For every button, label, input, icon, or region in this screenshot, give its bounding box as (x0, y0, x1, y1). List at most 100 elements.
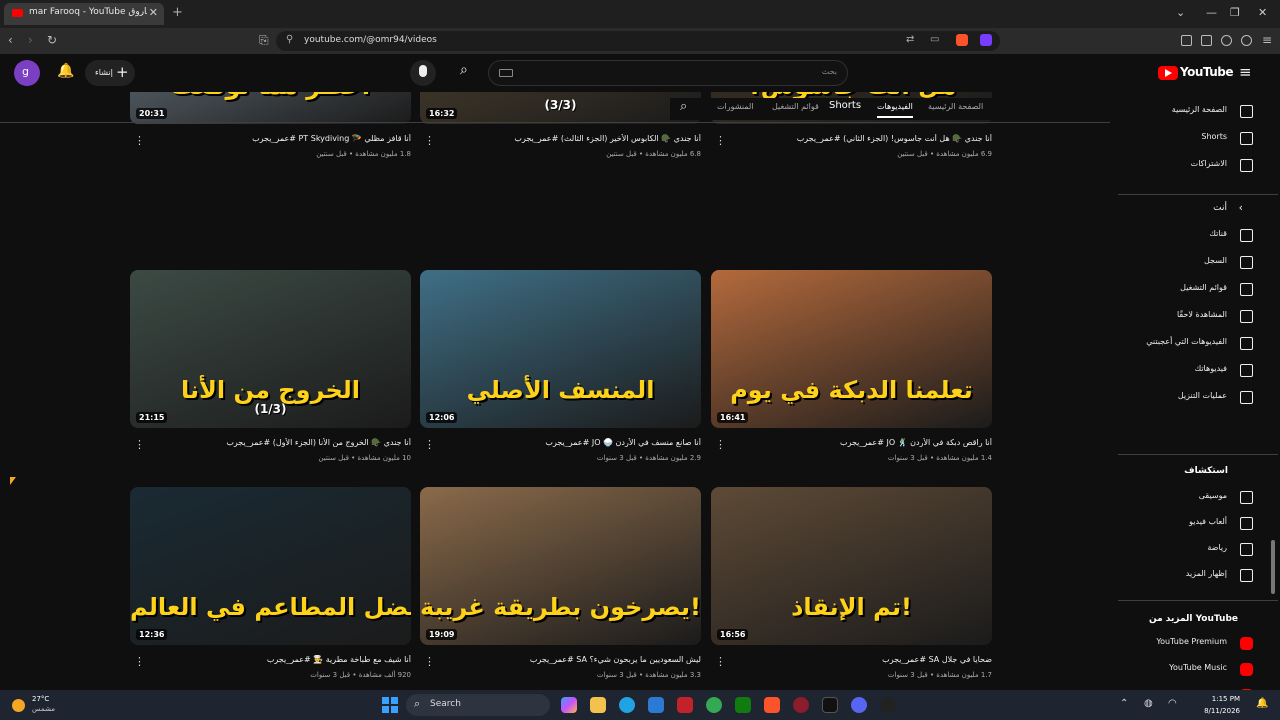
channel-search-icon[interactable]: ⌕ (680, 99, 687, 114)
tray-app-icon[interactable]: ◍ (1144, 698, 1153, 709)
sidebar-item[interactable]: YouTube Premium (1118, 632, 1263, 656)
video-title[interactable]: أنا راقص دبكة في الأردن 🕺 JO #عمر_يجرب (732, 438, 992, 447)
sidebar-item[interactable]: قوائم التشغيل (1118, 278, 1263, 302)
copilot-icon[interactable] (561, 697, 577, 713)
brave-icon[interactable] (764, 697, 780, 713)
video-title[interactable]: ضحايا في جلال SA #عمر_يجرب (732, 655, 992, 664)
more-actions-icon[interactable]: ⋮ (715, 655, 726, 668)
more-actions-icon[interactable]: ⋮ (134, 655, 145, 668)
chrome-icon[interactable] (706, 697, 722, 713)
video-card[interactable]: يصرخون بطريقة غريبة! 19:09 ⋮ ليش السعوديين … (420, 487, 701, 687)
taskbar-search[interactable]: ⌕ Search (406, 694, 550, 716)
video-thumbnail[interactable]: تعلمنا الدبكة في يوم 16:41 (711, 270, 992, 428)
search-input[interactable]: بحث (488, 60, 848, 86)
keyboard-icon[interactable] (499, 69, 513, 77)
create-button[interactable]: إنشاء + (85, 60, 135, 86)
extensions-icon[interactable] (1221, 35, 1232, 46)
file-explorer-icon[interactable] (590, 697, 606, 713)
more-actions-icon[interactable]: ⋮ (134, 438, 145, 451)
brave-rewards-icon[interactable] (980, 34, 992, 46)
video-thumbnail[interactable]: الخروج من الأنا (1/3) 21:15 (130, 270, 411, 428)
sidebar-item[interactable]: الصفحة الرئيسية (1118, 100, 1263, 124)
edge-icon[interactable] (619, 697, 635, 713)
sidebar-you-heading[interactable]: أنت ‹ (1118, 198, 1263, 222)
window-close-icon[interactable]: ✕ (1258, 6, 1267, 19)
video-thumbnail[interactable]: تم الإنقاذ! 16:56 (711, 487, 992, 645)
sidebar-item[interactable]: فيديوهاتك (1118, 359, 1263, 383)
sidebar-scrollbar[interactable] (1271, 540, 1275, 594)
xbox-icon[interactable] (735, 697, 751, 713)
steam-icon[interactable] (880, 697, 896, 713)
video-title[interactable]: ليش السعوديين ما يربحون شيء؟ SA #عمر_يجر… (441, 655, 701, 664)
tab-posts[interactable]: المنشورات (717, 102, 754, 111)
video-thumbnail[interactable]: المنسف الأصلي 12:06 (420, 270, 701, 428)
more-actions-icon[interactable]: ⋮ (424, 655, 435, 668)
video-title[interactable]: أنا صانع منسف في الأردن 🍚 JO #عمر_يجرب (441, 438, 701, 447)
sidebar-item[interactable]: الفيديوهات التي أعجبتني (1118, 332, 1263, 356)
tab-playlists[interactable]: قوائم التشغيل (772, 102, 819, 111)
sidebar-item[interactable]: موسيقى (1118, 486, 1263, 510)
tab-videos[interactable]: الفيديوهات (877, 102, 913, 118)
vpn-icon[interactable] (1241, 35, 1252, 46)
more-actions-icon[interactable]: ⋮ (424, 134, 435, 147)
video-thumbnail[interactable]: يصرخون بطريقة غريبة! 19:09 (420, 487, 701, 645)
more-actions-icon[interactable]: ⋮ (134, 134, 145, 147)
minimize-icon[interactable]: — (1206, 6, 1217, 19)
sidebar-item[interactable]: قناتك (1118, 224, 1263, 248)
site-info-icon[interactable]: ⚲ (286, 34, 293, 45)
video-thumbnail[interactable]: شيف لأحد أفضل المطاعم في العالم 12:36 (130, 487, 411, 645)
translate-icon[interactable]: ⇄ (906, 34, 914, 45)
video-card[interactable]: المنسف الأصلي 12:06 ⋮ أنا صانع منسف في الأر… (420, 270, 701, 470)
new-tab-button[interactable]: + (172, 5, 183, 20)
video-card[interactable]: شيف لأحد أفضل المطاعم في العالم 12:36 ⋮ أنا… (130, 487, 411, 687)
address-bar[interactable]: ⚲ youtube.com/@omr94/videos ⇄ ▭ (276, 31, 1000, 51)
app-icon[interactable] (793, 697, 809, 713)
guide-menu-icon[interactable]: ≡ (1239, 63, 1252, 81)
video-title[interactable]: أنا جندي 🪖 الكابوس الأخير (الجزء الثالث)… (441, 134, 701, 143)
sidebar-item[interactable]: الاشتراكات (1118, 154, 1263, 178)
reload-icon[interactable]: ↻ (47, 33, 57, 47)
sidebar-item[interactable]: ألعاب فيديو (1118, 512, 1263, 536)
sidebar-item[interactable]: رياضة (1118, 538, 1263, 562)
video-card[interactable]: تم الإنقاذ! 16:56 ⋮ ضحايا في جلال SA #عمر_ي… (711, 487, 992, 687)
wifi-icon[interactable]: ◠ (1168, 698, 1177, 709)
video-title[interactable]: أنا جندي 🪖 الخروج من الأنا (الجزء الأول)… (151, 438, 411, 447)
tab-close-icon[interactable]: ✕ (149, 6, 158, 19)
search-icon[interactable]: ⌕ (460, 62, 468, 78)
voice-search-button[interactable] (410, 60, 436, 86)
maximize-icon[interactable]: ❐ (1230, 6, 1240, 19)
video-card[interactable]: الخروج من الأنا (1/3) 21:15 ⋮ أنا جندي 🪖 الخ… (130, 270, 411, 470)
video-title[interactable]: أنا قافز مظلي 🪂 PT Skydiving #عمر_يجرب (151, 134, 411, 143)
store-icon[interactable] (648, 697, 664, 713)
notifications-bell-icon[interactable]: 🔔 (57, 63, 74, 79)
avatar[interactable]: g (14, 60, 40, 86)
sidebar-item[interactable]: Shorts (1118, 127, 1263, 151)
sidebar-item[interactable]: المشاهدة لاحقًا (1118, 305, 1263, 329)
office-icon[interactable] (677, 697, 693, 713)
menu-icon[interactable]: ≡ (1262, 33, 1272, 47)
cast-icon[interactable]: ▭ (930, 34, 939, 45)
notifications-icon[interactable]: 🔔 (1256, 698, 1268, 709)
tab-list-chevron-icon[interactable]: ⌄ (1176, 6, 1185, 19)
start-button[interactable] (382, 697, 398, 713)
sidebar-item[interactable]: السجل (1118, 251, 1263, 275)
sidebar-item[interactable]: إظهار المزيد (1118, 564, 1263, 588)
more-actions-icon[interactable]: ⋮ (715, 134, 726, 147)
browser-tab[interactable]: mar Farooq - YouTube عمر فاروق ✕ (4, 3, 164, 25)
terminal-icon[interactable] (822, 697, 838, 713)
back-icon[interactable]: ‹ (8, 33, 13, 47)
wallet-icon[interactable] (1201, 35, 1212, 46)
tab-shorts[interactable]: Shorts (829, 100, 861, 111)
video-title[interactable]: أنا جندي 🪖 هل أنت جاسوس! (الجزء الثاني) … (732, 134, 992, 143)
sidebar-item[interactable]: عمليات التنزيل (1118, 386, 1263, 410)
clock[interactable]: 1:15 PM 8/11/2026 (1198, 693, 1240, 717)
tray-chevron-icon[interactable]: ⌃ (1120, 698, 1128, 709)
brave-shields-icon[interactable] (956, 34, 968, 46)
video-card[interactable]: تعلمنا الدبكة في يوم 16:41 ⋮ أنا راقص دبكة … (711, 270, 992, 470)
more-actions-icon[interactable]: ⋮ (424, 438, 435, 451)
sidebar-item[interactable]: YouTube Music (1118, 658, 1263, 682)
forward-icon[interactable]: › (28, 33, 33, 47)
bookmark-icon[interactable]: ⎘ (259, 33, 269, 48)
sidebar-toggle-icon[interactable] (1181, 35, 1192, 46)
more-actions-icon[interactable]: ⋮ (715, 438, 726, 451)
